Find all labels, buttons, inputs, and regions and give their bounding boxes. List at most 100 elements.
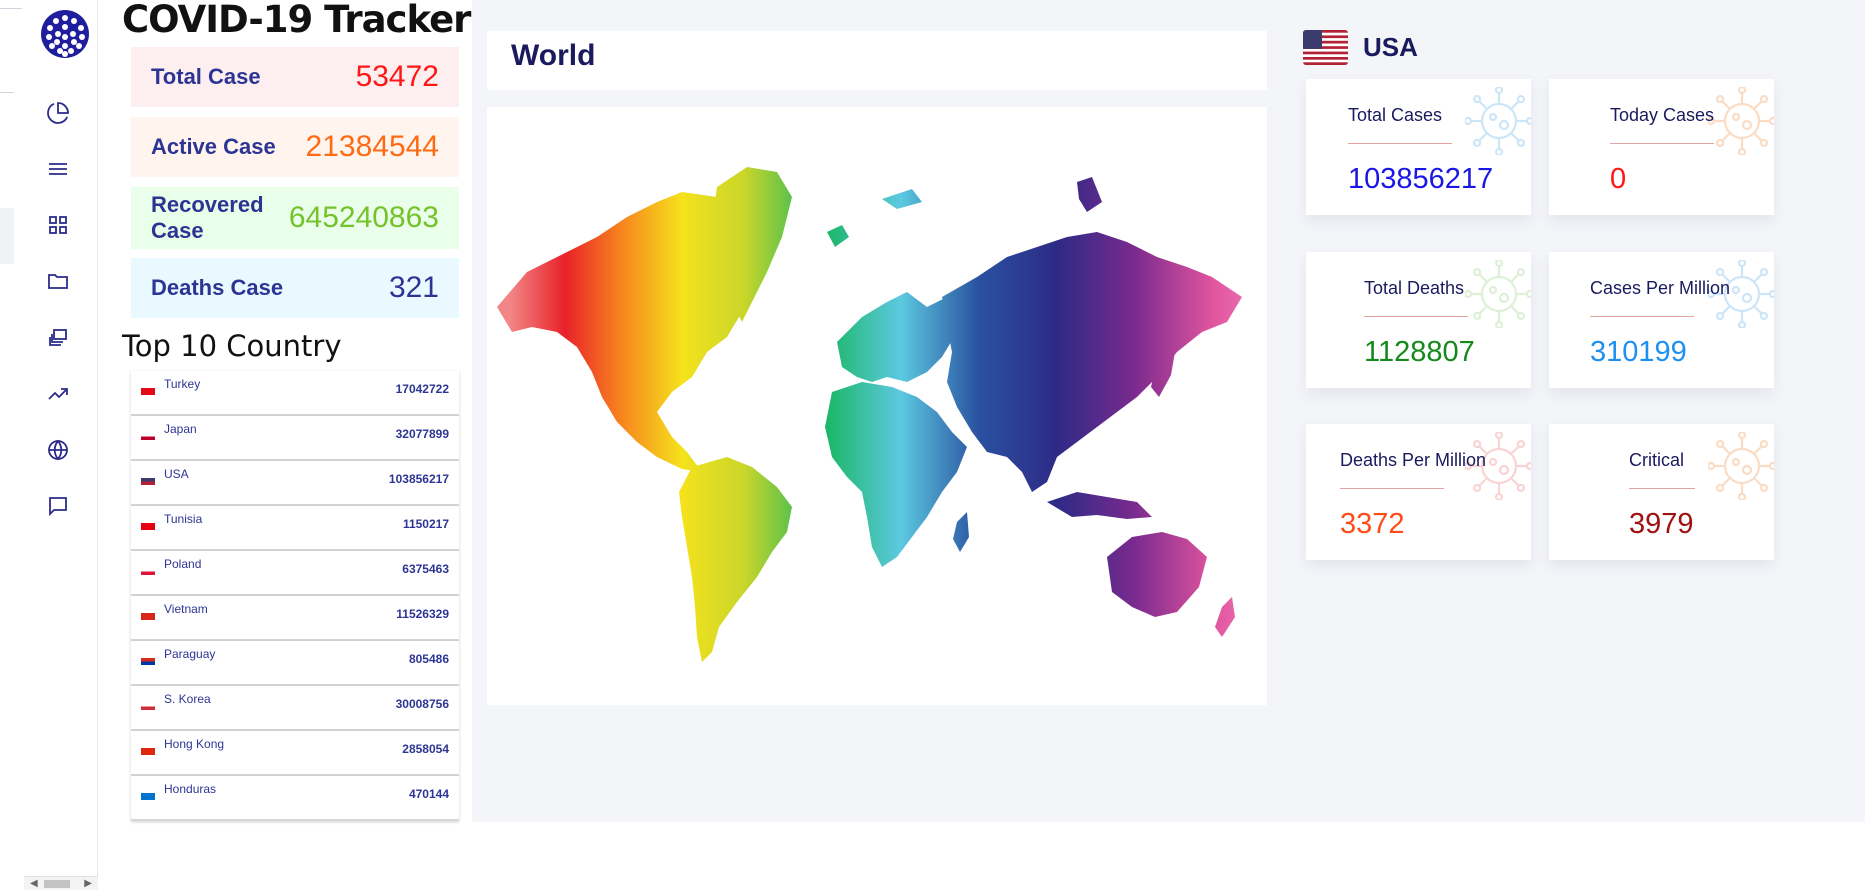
country-flag-icon [141,427,155,440]
country-name: Paraguay [164,647,216,661]
total-case-card: Total Case 53472 [131,47,459,107]
madagascar-shape [953,512,969,552]
country-row[interactable]: Honduras 470144 [131,776,459,821]
country-count: 32077899 [395,427,449,441]
stat-card-title: Today Cases [1610,105,1715,125]
top-countries-list: Turkey 17042722 Japan 32077899 USA 103856217 T… [131,371,459,821]
australia-shape [1107,532,1207,617]
divider [1364,316,1468,317]
menu-icon[interactable] [46,157,70,181]
world-map[interactable] [487,107,1267,705]
sidebar-selection-mark [0,208,14,264]
stat-card-value: 0 [1610,163,1627,195]
country-header: USA [1303,28,1418,66]
africa-shape [825,382,967,567]
arctic-islands-shape [882,189,922,209]
grid-icon[interactable] [46,213,70,237]
trending-up-icon[interactable] [46,382,70,406]
country-name: Tunisia [164,512,203,526]
country-flag-icon [141,697,155,710]
country-flag-icon [141,742,155,755]
country-row[interactable]: Vietnam 11526329 [131,596,459,641]
recovered-case-label: Recovered Case [151,192,264,243]
scroll-left-icon[interactable]: ◀ [30,878,38,889]
country-name: Poland [164,557,202,571]
country-count: 1150217 [402,517,449,531]
deaths-case-value: 321 [388,271,439,304]
country-name: S. Korea [164,692,211,706]
stat-card-value: 3372 [1340,508,1405,540]
country-count: 11526329 [396,607,449,621]
page-title: COVID-19 Tracker [122,0,471,41]
iceland-shape [827,225,849,247]
active-case-label: Active Case [151,134,276,159]
country-name: Vietnam [164,602,208,616]
pie-chart-icon[interactable] [46,101,70,125]
country-row[interactable]: S. Korea 30008756 [131,686,459,731]
country-name: Honduras [164,782,217,796]
country-flag-icon [141,652,155,665]
virus-icon [1465,260,1531,328]
divider [0,92,14,93]
globe-icon[interactable] [46,438,70,462]
virus-logo-icon[interactable] [41,10,89,58]
message-icon[interactable] [46,494,70,518]
stat-card-value: 3979 [1629,508,1694,540]
country-row[interactable]: Tunisia 1150217 [131,506,459,551]
deaths-case-label: Deaths Case [151,275,284,300]
new-zealand-shape [1215,597,1235,637]
scroll-right-icon[interactable]: ▶ [84,878,92,889]
sidebar: ◀ ▶ [0,0,98,890]
country-name: Hong Kong [164,737,225,751]
total-case-value: 53472 [355,60,439,93]
usa-flag-icon [1303,29,1348,65]
active-case-value: 21384544 [305,130,439,163]
layers-icon[interactable] [46,326,70,350]
recovered-case-value: 645240863 [288,201,439,234]
divider [1629,488,1695,489]
recovered-case-card: Recovered Case 645240863 [131,187,459,249]
world-header-card: World [487,31,1267,90]
stat-card: Total Cases 103856217 [1306,79,1531,215]
country-flag-icon [141,382,155,395]
country-row[interactable]: Hong Kong 2858054 [131,731,459,776]
arctic-islands-shape [1077,177,1102,212]
stat-card-title: Total Deaths [1364,278,1465,298]
country-name: Japan [164,422,197,436]
country-flag-icon [141,562,155,575]
divider [1348,143,1452,144]
country-count: 2858054 [402,742,449,756]
divider [1340,488,1444,489]
country-flag-icon [141,472,155,485]
folder-icon[interactable] [46,269,70,293]
country-flag-icon [141,517,155,530]
country-row[interactable]: Poland 6375463 [131,551,459,596]
country-flag-icon [141,787,155,800]
scrollbar-thumb[interactable] [44,880,70,888]
top-countries-title: Top 10 Country [122,329,342,363]
country-count: 30008756 [395,697,449,711]
country-count: 470144 [408,787,449,801]
world-title: World [511,39,596,72]
divider [1610,143,1714,144]
deaths-case-card: Deaths Case 321 [131,258,459,318]
world-map-card[interactable] [487,107,1267,705]
stat-card: Critical 3979 [1549,424,1774,560]
stat-card-title: Deaths Per Million [1340,450,1487,470]
country-row[interactable]: Japan 32077899 [131,416,459,461]
country-row[interactable]: Paraguay 805486 [131,641,459,686]
stat-card: Deaths Per Million 3372 [1306,424,1531,560]
country-name: Turkey [164,377,201,391]
stat-card-value: 310199 [1590,336,1687,368]
country-count: 805486 [408,652,449,666]
country-row[interactable]: Turkey 17042722 [131,371,459,416]
active-case-card: Active Case 21384544 [131,117,459,177]
horizontal-scrollbar[interactable]: ◀ ▶ [24,876,98,890]
virus-icon [1708,432,1774,500]
country-name: USA [164,467,189,481]
country-count: 17042722 [395,382,449,396]
country-count: 103856217 [388,472,449,486]
country-row[interactable]: USA 103856217 [131,461,459,506]
stat-card-title: Total Cases [1348,105,1443,125]
asia-shape [942,232,1242,492]
